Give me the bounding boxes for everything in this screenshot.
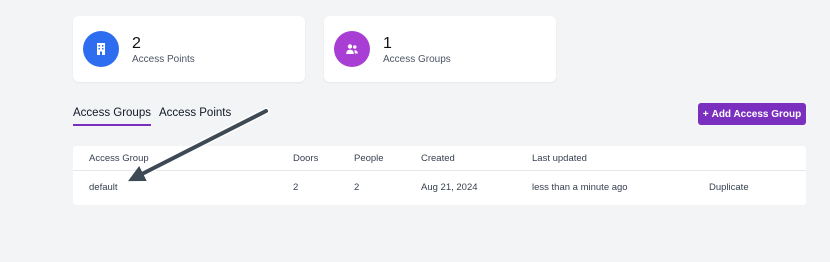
- table-header: Access Group Doors People Created Last u…: [73, 146, 806, 171]
- column-header-access-group: Access Group: [89, 153, 149, 164]
- users-icon: [334, 31, 370, 67]
- access-points-card: 2 Access Points: [73, 16, 305, 82]
- access-groups-table: Access Group Doors People Created Last u…: [73, 146, 806, 205]
- access-groups-label: Access Groups: [383, 54, 451, 65]
- column-header-created: Created: [421, 153, 455, 164]
- doors-cell: 2: [293, 182, 299, 193]
- column-header-people: People: [354, 153, 384, 164]
- access-groups-count: 1: [383, 35, 392, 52]
- access-points-label: Access Points: [132, 54, 195, 65]
- people-cell: 2: [354, 182, 360, 193]
- tab-access-groups[interactable]: Access Groups: [73, 107, 151, 126]
- add-access-group-label: Add Access Group: [711, 108, 802, 120]
- column-header-doors: Doors: [293, 153, 319, 164]
- access-group-link-default[interactable]: default: [89, 182, 118, 193]
- duplicate-button[interactable]: Duplicate: [709, 182, 749, 193]
- access-groups-card: 1 Access Groups: [324, 16, 556, 82]
- column-header-last-updated: Last updated: [532, 153, 587, 164]
- table-row: default 2 2 Aug 21, 2024 less than a min…: [73, 171, 806, 205]
- last-updated-cell: less than a minute ago: [532, 182, 628, 193]
- plus-icon: +: [702, 108, 709, 120]
- add-access-group-button[interactable]: + Add Access Group: [698, 103, 806, 125]
- access-points-count: 2: [132, 35, 141, 52]
- created-cell: Aug 21, 2024: [421, 182, 478, 193]
- tab-access-points[interactable]: Access Points: [159, 107, 231, 124]
- building-icon: [83, 31, 119, 67]
